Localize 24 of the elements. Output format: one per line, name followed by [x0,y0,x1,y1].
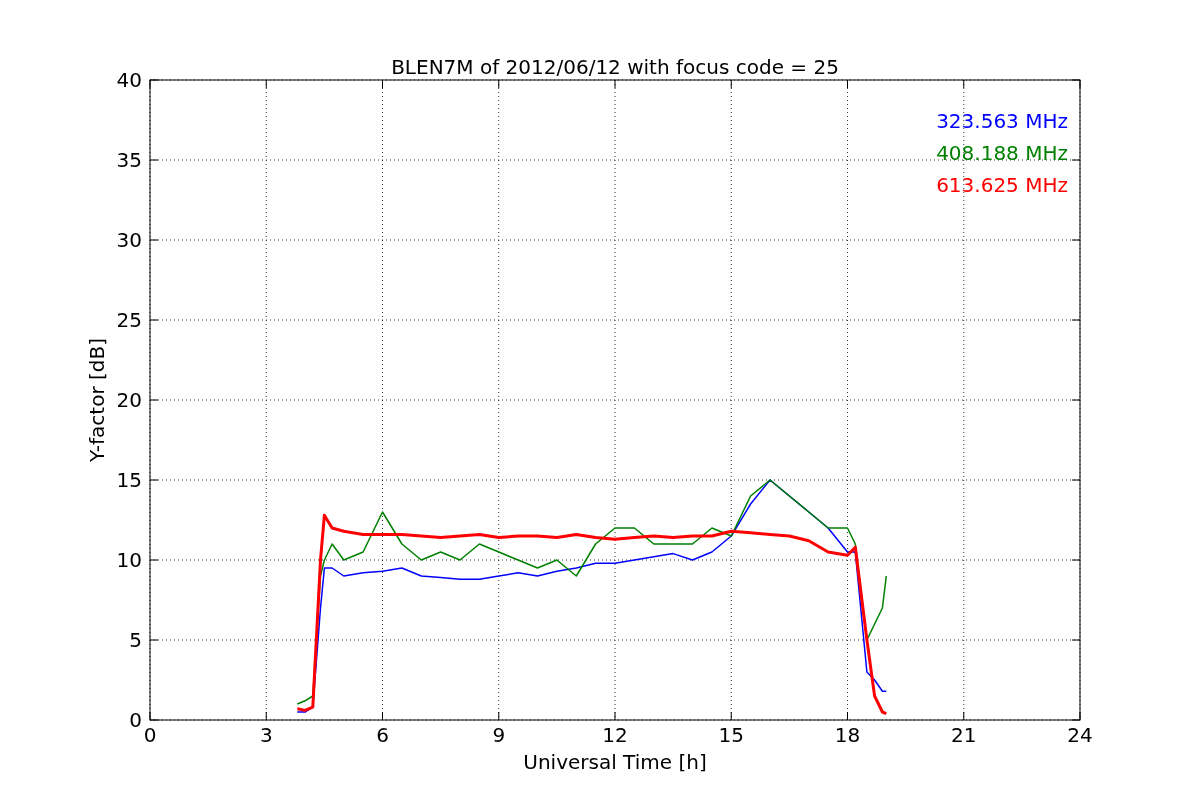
y-tick-label: 40 [116,68,142,92]
x-tick-label: 15 [718,723,744,747]
x-tick-label: 9 [492,723,506,747]
x-axis-label: Universal Time [h] [523,750,707,774]
legend-label: 613.625 MHz [936,173,1068,197]
y-tick-label: 10 [116,548,142,572]
y-axis-label: Y-factor [dB] [85,338,109,462]
x-tick-label: 12 [602,723,628,747]
y-tick-label: 25 [116,308,142,332]
chart-title: BLEN7M of 2012/06/12 with focus code = 25 [391,55,839,79]
x-tick-label: 24 [1067,723,1093,747]
y-tick-label: 5 [129,628,142,652]
legend-label: 408.188 MHz [936,141,1068,165]
x-tick-label: 6 [376,723,389,747]
x-tick-label: 3 [259,723,273,747]
y-tick-label: 35 [116,148,142,172]
y-tick-label: 30 [116,228,142,252]
x-tick-label: 18 [834,723,861,747]
y-tick-label: 20 [116,388,142,412]
x-tick-label: 0 [143,723,157,747]
y-tick-label: 0 [129,708,142,732]
x-tick-label: 21 [951,723,977,747]
y-tick-label: 15 [116,468,142,492]
legend-label: 323.563 MHz [936,109,1068,133]
